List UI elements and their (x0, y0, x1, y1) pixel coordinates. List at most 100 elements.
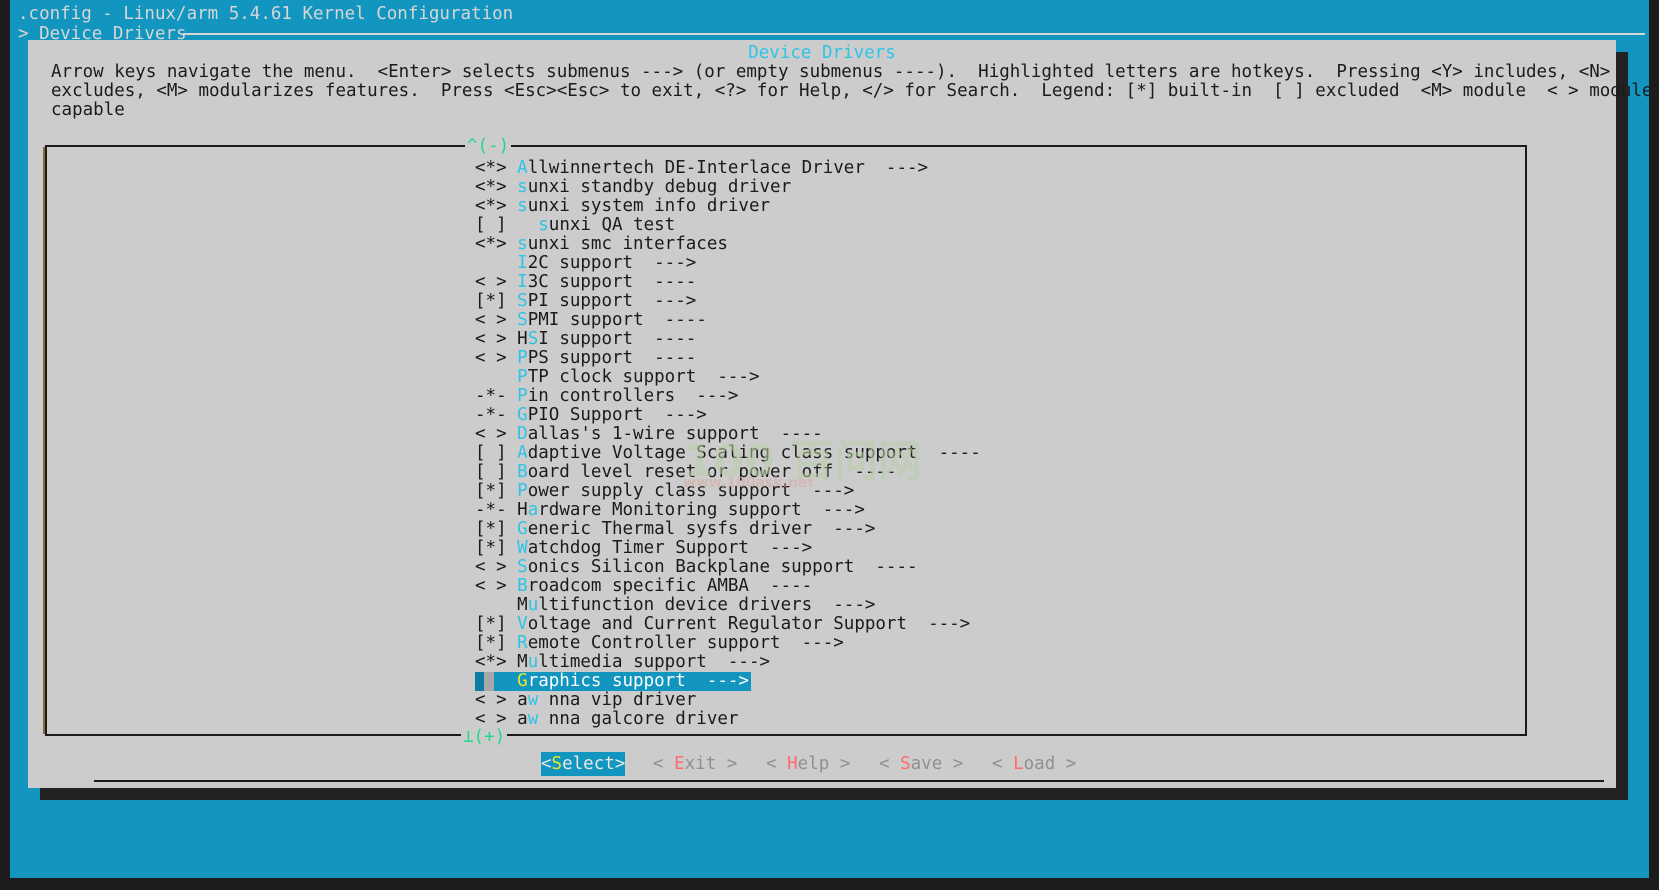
exit-button[interactable]: < Exit > (653, 752, 737, 776)
menu-item-label-post: oltage and Current Regulator Support ---… (528, 614, 971, 634)
menu-item[interactable]: PTP clock support ---> (47, 368, 1525, 387)
menu-item-text: -*- Pin controllers ---> (475, 386, 738, 406)
menu-item-hotkey: I (517, 272, 528, 292)
menu-item[interactable]: < > Broadcom specific AMBA ---- (47, 577, 1525, 596)
menu-item-state-marker: <*> (475, 177, 517, 197)
menu-item[interactable]: [*] Power supply class support ---> (47, 482, 1525, 501)
menu-item[interactable]: [*] SPI support ---> (47, 292, 1525, 311)
menu-item-label-pre (517, 215, 538, 235)
menu-item[interactable]: < > HSI support ---- (47, 330, 1525, 349)
menu-item-state-marker: <*> (475, 158, 517, 178)
menu-item[interactable]: Multifunction device drivers ---> (47, 596, 1525, 615)
button-hotkey: E (674, 754, 685, 774)
menu-item-hotkey: s (517, 177, 528, 197)
menu-listbox[interactable]: ^(-) <*> Allwinnertech DE-Interlace Driv… (45, 145, 1527, 736)
menu-item[interactable]: <*> Allwinnertech DE-Interlace Driver --… (47, 159, 1525, 178)
menu-item-text: < > PPS support ---- (475, 348, 696, 368)
menu-item[interactable]: < > Dallas's 1-wire support ---- (47, 425, 1525, 444)
menu-item[interactable]: [*] Remote Controller support ---> (47, 634, 1525, 653)
button-label-pre: < (879, 754, 900, 774)
menu-item[interactable]: [ ] Adaptive Voltage Scaling class suppo… (47, 444, 1525, 463)
menu-item-text: -*- GPIO Support ---> (475, 405, 707, 425)
menu-item-label-pre: H (517, 500, 528, 520)
menu-item-state-marker: [*] (475, 481, 517, 501)
menu-item-label-post: unxi smc interfaces (528, 234, 728, 254)
menu-item-text: < > Broadcom specific AMBA ---- (475, 576, 812, 596)
menu-item-label-post: PS support ---- (528, 348, 697, 368)
menu-item-state-marker: <*> (475, 196, 517, 216)
menu-item-hotkey: w (528, 690, 539, 710)
menu-item-state-marker: <*> (475, 234, 517, 254)
menu-item-text: Multifunction device drivers ---> (475, 595, 875, 615)
menu-item-text: < > aw nna vip driver (475, 690, 696, 710)
menu-item[interactable]: <*> sunxi smc interfaces (47, 235, 1525, 254)
menu-item-hotkey: s (538, 215, 549, 235)
menu-item[interactable]: <*> sunxi system info driver (47, 197, 1525, 216)
menu-item-state-marker: < > (475, 310, 517, 330)
menu-item-hotkey: P (517, 348, 528, 368)
menu-item-hotkey: P (517, 367, 528, 387)
menu-item-label-post: unxi QA test (549, 215, 675, 235)
menu-item[interactable]: < > Sonics Silicon Backplane support ---… (47, 558, 1525, 577)
menu-item[interactable]: [*] Generic Thermal sysfs driver ---> (47, 520, 1525, 539)
menu-item-state-marker: < > (475, 272, 517, 292)
menu-item[interactable]: < > SPMI support ---- (47, 311, 1525, 330)
menu-item[interactable]: <*> sunxi standby debug driver (47, 178, 1525, 197)
menu-item-text: -*- Hardware Monitoring support ---> (475, 500, 865, 520)
menu-item[interactable]: Graphics support ---> (47, 672, 1525, 691)
menu-item-text: <*> Allwinnertech DE-Interlace Driver --… (475, 158, 928, 178)
menu-item-state-marker: < > (475, 690, 517, 710)
menu-item-label-post: roadcom specific AMBA ---- (528, 576, 812, 596)
menu-item[interactable]: [ ] sunxi QA test (47, 216, 1525, 235)
menu-item[interactable]: -*- GPIO Support ---> (47, 406, 1525, 425)
menu-item[interactable]: <*> Multimedia support ---> (47, 653, 1525, 672)
menu-item[interactable]: [*] Voltage and Current Regulator Suppor… (47, 615, 1525, 634)
menu-item-state-marker: [*] (475, 519, 517, 539)
menu-item[interactable]: < > aw nna galcore driver (47, 710, 1525, 729)
button-label-post: elp > (798, 754, 851, 774)
menu-item-state-marker: < > (475, 329, 517, 349)
menu-item-hotkey: G (517, 519, 528, 539)
menu-item[interactable]: [ ] Board level reset or power off ---- (47, 463, 1525, 482)
menu-item[interactable]: < > PPS support ---- (47, 349, 1525, 368)
select-button[interactable]: <Select> (541, 752, 625, 776)
load-button[interactable]: < Load > (992, 752, 1076, 776)
menu-item-text: [*] Power supply class support ---> (475, 481, 854, 501)
menu-item-hotkey: s (517, 196, 528, 216)
menu-item-hotkey: V (517, 614, 528, 634)
button-label-post: xit > (685, 754, 738, 774)
menu-item-state-marker: < > (475, 557, 517, 577)
help-button[interactable]: < Help > (766, 752, 850, 776)
save-button[interactable]: < Save > (879, 752, 963, 776)
menu-item[interactable]: -*- Hardware Monitoring support ---> (47, 501, 1525, 520)
menu-item[interactable]: [*] Watchdog Timer Support ---> (47, 539, 1525, 558)
menu-item-text: <*> Multimedia support ---> (475, 652, 770, 672)
menu-item-label-post: TP clock support ---> (528, 367, 760, 387)
menu-item[interactable]: -*- Pin controllers ---> (47, 387, 1525, 406)
menu-item-label-post: PI support ---> (528, 291, 697, 311)
scroll-up-indicator: ^(-) (465, 136, 511, 156)
menu-item-text: Graphics support ---> (475, 671, 749, 691)
menu-item[interactable]: < > aw nna vip driver (47, 691, 1525, 710)
help-line-1: Arrow keys navigate the menu. <Enter> se… (51, 63, 1610, 82)
scroll-down-indicator: ⊥(+) (461, 727, 507, 747)
menu-item-hotkey: G (517, 405, 528, 425)
menu-item-state-marker: [ ] (475, 215, 517, 235)
screen: .config - Linux/arm 5.4.61 Kernel Config… (0, 0, 1659, 890)
menu-item-label-post: oard level reset or power off ---- (528, 462, 897, 482)
menu-item-text: < > Dallas's 1-wire support ---- (475, 424, 823, 444)
menu-item-label-post: raphics support ---> (528, 671, 749, 691)
menu-item-label-post: ltimedia support ---> (538, 652, 770, 672)
menu-item-text: [*] Remote Controller support ---> (475, 633, 844, 653)
button-label-pre: < (992, 754, 1013, 774)
menu-item-label-post: llwinnertech DE-Interlace Driver ---> (528, 158, 928, 178)
menu-item[interactable]: < > I3C support ---- (47, 273, 1525, 292)
button-hotkey: S (552, 754, 563, 774)
menu-item-state-marker: < > (475, 348, 517, 368)
menu-item-label-post: onics Silicon Backplane support ---- (528, 557, 918, 577)
menu-item[interactable]: I2C support ---> (47, 254, 1525, 273)
menu-item-state-marker: [*] (475, 614, 517, 634)
menu-item-hotkey: G (517, 671, 528, 691)
menu-item-state-marker: [*] (475, 633, 517, 653)
menu-item-state-marker: [*] (475, 538, 517, 558)
